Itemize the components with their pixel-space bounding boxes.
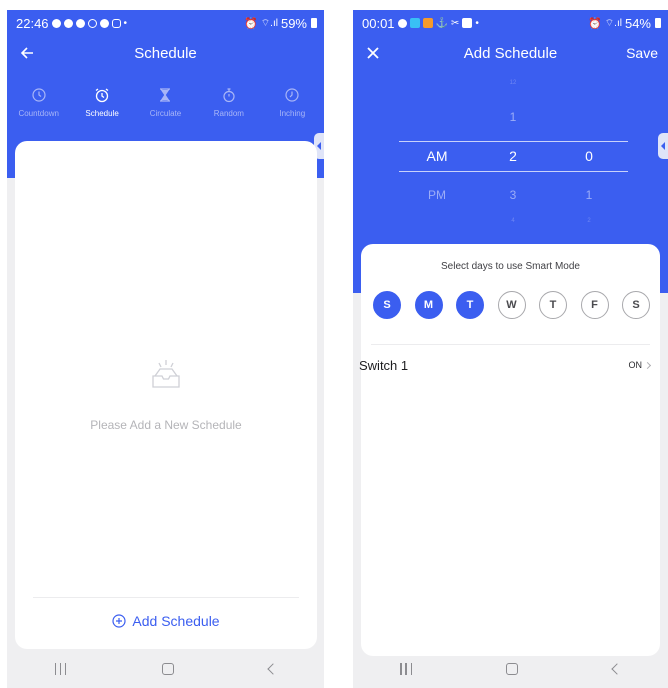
empty-message: Please Add a New Schedule bbox=[90, 418, 242, 432]
system-nav-bar bbox=[353, 650, 668, 688]
status-time: 22:46 bbox=[16, 15, 49, 31]
plus-circle-icon bbox=[112, 614, 127, 628]
day-sunday[interactable]: S bbox=[373, 291, 401, 319]
switch-label: Switch 1 bbox=[359, 357, 409, 373]
alarm-status-icon: ⏰ bbox=[244, 17, 258, 30]
time-picker[interactable]: AM PM 12 1 2 3 4 0 1 2 bbox=[353, 68, 668, 228]
hourglass-icon bbox=[160, 88, 171, 102]
divider bbox=[371, 344, 650, 345]
minute-faint-next: 2 bbox=[587, 218, 591, 224]
add-schedule-button[interactable]: Add Schedule bbox=[15, 613, 317, 629]
tab-label: Inching bbox=[279, 109, 306, 118]
notification-icon: ⚓ bbox=[435, 17, 448, 29]
alarm-icon bbox=[95, 88, 109, 103]
hour-next: 3 bbox=[509, 188, 517, 202]
side-drawer-handle[interactable] bbox=[658, 133, 668, 159]
switch-1-row[interactable]: Switch 1 ON bbox=[359, 355, 660, 375]
page-title: Add Schedule bbox=[463, 44, 558, 62]
minute-selected: 0 bbox=[585, 148, 593, 164]
empty-tray-icon bbox=[152, 360, 180, 388]
switch-state-value: ON bbox=[628, 360, 643, 370]
minute-next: 1 bbox=[585, 188, 593, 202]
status-bar: 00:01 ⚓ ✂ • ⏰ ⌔.ıl 54% bbox=[353, 10, 668, 36]
tab-label: Schedule bbox=[85, 109, 119, 118]
timer-icon bbox=[285, 88, 299, 102]
tab-label: Countdown bbox=[18, 109, 59, 118]
back-nav-icon[interactable] bbox=[266, 663, 279, 675]
save-button[interactable]: Save bbox=[626, 38, 658, 68]
system-nav-bar bbox=[7, 650, 324, 688]
options-card: Select days to use Smart Mode S M T W T … bbox=[359, 244, 660, 656]
mode-tabs: Countdown Schedule Circulate Random Inch… bbox=[7, 87, 324, 118]
stopwatch-icon bbox=[223, 88, 235, 103]
battery-icon bbox=[655, 18, 661, 28]
back-button[interactable] bbox=[13, 38, 41, 68]
empty-state: Please Add a New Schedule bbox=[15, 356, 317, 432]
day-thursday[interactable]: T bbox=[539, 291, 567, 319]
notification-icon bbox=[99, 18, 109, 28]
instagram-icon bbox=[111, 18, 121, 28]
days-title: Select days to use Smart Mode bbox=[441, 261, 580, 272]
day-wednesday[interactable]: W bbox=[497, 291, 526, 319]
tab-label: Circulate bbox=[149, 109, 182, 118]
app-notification-icon bbox=[409, 18, 420, 28]
recents-icon[interactable] bbox=[54, 663, 67, 675]
recents-icon[interactable] bbox=[400, 663, 413, 675]
alarm-status-icon: ⏰ bbox=[588, 17, 602, 30]
status-time: 00:01 bbox=[362, 15, 395, 31]
hour-faint-prev: 12 bbox=[509, 80, 517, 86]
arrow-left-icon bbox=[20, 47, 33, 59]
picker-highlight-bottom bbox=[399, 171, 628, 172]
day-monday[interactable]: M bbox=[414, 291, 443, 319]
tab-inching[interactable]: Inching bbox=[261, 87, 324, 118]
gallery-icon bbox=[462, 18, 473, 28]
battery-icon bbox=[311, 18, 317, 28]
schedule-list-card: Please Add a New Schedule Add Schedule bbox=[15, 141, 317, 649]
close-button[interactable] bbox=[359, 38, 387, 68]
hour-prev: 1 bbox=[509, 110, 517, 124]
status-bar: 22:46 • ⏰ ⌔.ıl 59% bbox=[7, 10, 324, 36]
day-friday[interactable]: F bbox=[580, 291, 609, 319]
divider bbox=[33, 597, 299, 598]
chevron-right-icon bbox=[643, 361, 652, 369]
tab-schedule[interactable]: Schedule bbox=[70, 87, 133, 118]
hour-faint-next: 4 bbox=[511, 218, 515, 224]
notification-icon bbox=[87, 18, 97, 28]
back-nav-icon[interactable] bbox=[611, 663, 623, 675]
add-schedule-screen: 00:01 ⚓ ✂ • ⏰ ⌔.ıl 54% Add Schedule Save… bbox=[353, 10, 668, 688]
tab-label: Random bbox=[213, 109, 244, 118]
app-notification-icon bbox=[422, 18, 433, 28]
switch-state: ON bbox=[628, 360, 652, 370]
battery-percent: 54% bbox=[624, 15, 651, 31]
wifi-signal-icon: ⌔.ıl bbox=[604, 17, 622, 29]
app-bar: Schedule bbox=[7, 38, 324, 68]
more-dot-icon: • bbox=[123, 17, 128, 29]
home-icon[interactable] bbox=[506, 663, 519, 675]
day-selector: S M T W T F S bbox=[373, 291, 650, 319]
ampm-next: PM bbox=[428, 188, 446, 202]
hour-selected: 2 bbox=[509, 148, 517, 164]
clock-icon bbox=[32, 88, 46, 102]
add-schedule-label: Add Schedule bbox=[132, 613, 220, 629]
tab-random[interactable]: Random bbox=[197, 87, 260, 118]
tab-countdown[interactable]: Countdown bbox=[7, 87, 70, 118]
close-icon bbox=[367, 47, 379, 59]
battery-percent: 59% bbox=[280, 15, 307, 31]
ampm-selected: AM bbox=[426, 148, 448, 164]
notification-icon bbox=[75, 18, 85, 28]
tab-circulate[interactable]: Circulate bbox=[134, 87, 197, 118]
home-icon[interactable] bbox=[161, 663, 174, 675]
notification-icon: ✂ bbox=[451, 17, 460, 29]
more-dot-icon: • bbox=[475, 17, 479, 29]
wifi-signal-icon: ⌔.ıl bbox=[260, 17, 278, 29]
day-saturday[interactable]: S bbox=[622, 291, 650, 319]
page-title: Schedule bbox=[134, 44, 197, 62]
picker-highlight-top bbox=[399, 141, 628, 142]
notification-icon bbox=[63, 18, 73, 28]
notification-icon bbox=[51, 18, 61, 28]
day-tuesday[interactable]: T bbox=[456, 291, 484, 319]
schedule-screen: 22:46 • ⏰ ⌔.ıl 59% Schedule Countdown Sc… bbox=[7, 10, 324, 688]
notification-icon bbox=[397, 18, 407, 28]
app-bar: Add Schedule Save bbox=[353, 38, 668, 68]
